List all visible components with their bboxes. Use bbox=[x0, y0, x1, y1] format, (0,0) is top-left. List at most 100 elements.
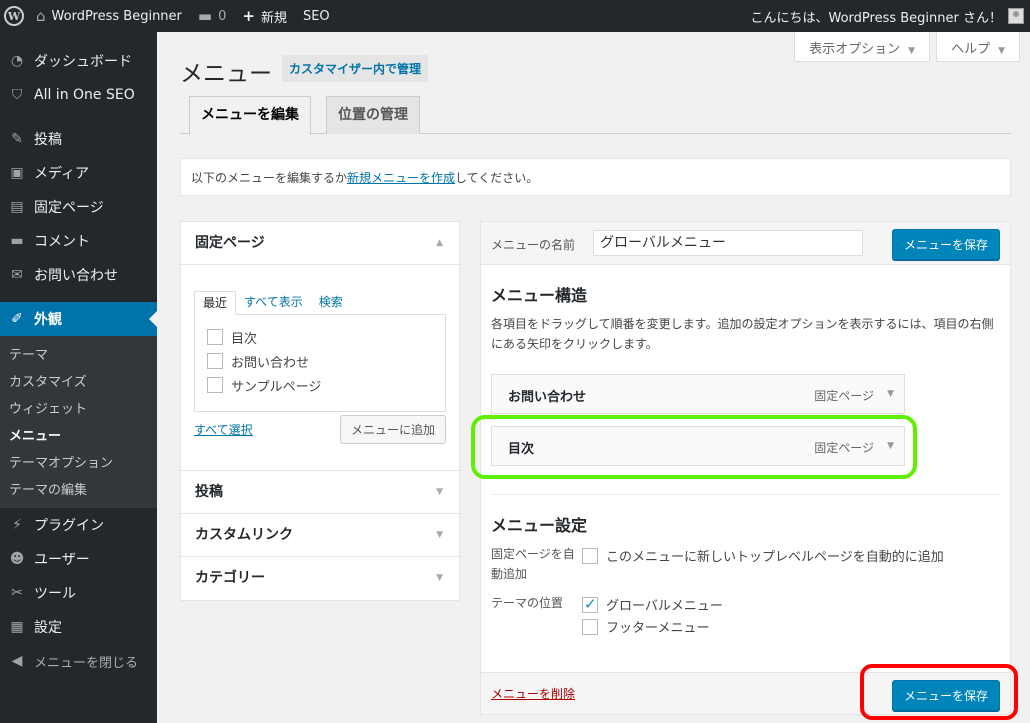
location-option-global[interactable]: グローバルメニュー bbox=[582, 595, 723, 614]
avatar[interactable] bbox=[1008, 8, 1024, 24]
list-item[interactable]: サンプルページ bbox=[207, 373, 433, 397]
page-title: メニュー bbox=[180, 61, 272, 87]
tab-edit-menus[interactable]: メニューを編集 bbox=[189, 96, 311, 135]
location-option-footer[interactable]: フッターメニュー bbox=[582, 617, 709, 636]
media-icon: ▣ bbox=[10, 165, 24, 181]
auto-add-label: 固定ページを自動追加 bbox=[491, 547, 575, 581]
location-checkbox-global[interactable] bbox=[582, 595, 598, 613]
menu-item-row[interactable]: お問い合わせ 固定ページ ▼ bbox=[491, 374, 905, 414]
menu-structure-title: メニュー構造 bbox=[491, 286, 588, 305]
sidebar-item-pages[interactable]: ▤ 固定ページ bbox=[0, 190, 157, 224]
save-menu-button-top[interactable]: メニューを保存 bbox=[891, 229, 1000, 260]
menu-name-input[interactable]: グローバルメニュー bbox=[593, 230, 863, 256]
chevron-down-icon: ▼ bbox=[436, 573, 443, 583]
highlight-green bbox=[471, 415, 917, 479]
pages-checklist: 目次 お問い合わせ サンプルページ bbox=[194, 314, 446, 412]
submenu-themes[interactable]: テーマ bbox=[0, 342, 157, 369]
admin-bar: W ⌂ WordPress Beginner ▬ 0 + 新規 SEO こんにち… bbox=[0, 0, 1030, 32]
chevron-up-icon: ▲ bbox=[436, 238, 443, 248]
user-icon: ☻ bbox=[9, 551, 25, 567]
add-menu-items-panel: 固定ページ ▲ 最近 すべて表示 検索 目次 お問い合わせ サンプルページ すべ… bbox=[180, 221, 460, 601]
page-icon: ▤ bbox=[10, 199, 24, 215]
brush-icon: ✐ bbox=[11, 311, 23, 327]
home-icon: ⌂ bbox=[36, 7, 46, 25]
comments-link[interactable]: ▬ 0 bbox=[190, 0, 234, 32]
menu-notice: 以下のメニューを編集するか新規メニューを作成してください。 bbox=[180, 158, 1011, 196]
comment-icon: ▬ bbox=[197, 7, 213, 25]
highlight-red bbox=[860, 664, 1018, 720]
gauge-icon: ◔ bbox=[10, 53, 24, 69]
checkbox[interactable] bbox=[207, 353, 223, 369]
subtab-recent[interactable]: 最近 bbox=[194, 291, 237, 315]
plus-icon: + bbox=[242, 7, 255, 25]
submenu-theme-options[interactable]: テーマオプション bbox=[0, 450, 157, 477]
submenu-menus[interactable]: メニュー bbox=[0, 423, 157, 450]
pin-icon: ✎ bbox=[11, 131, 23, 147]
sidebar-item-contact[interactable]: ✉ お問い合わせ bbox=[0, 258, 157, 292]
menu-settings-title: メニュー設定 bbox=[491, 516, 588, 535]
sidebar-item-comments[interactable]: ▬ コメント bbox=[0, 224, 157, 258]
mail-icon: ✉ bbox=[11, 267, 23, 283]
menu-header: メニューの名前 グローバルメニュー メニューを保存 bbox=[481, 222, 1010, 265]
location-checkbox-footer[interactable] bbox=[582, 618, 598, 635]
add-to-menu-button[interactable]: メニューに追加 bbox=[339, 415, 446, 444]
checkbox[interactable] bbox=[207, 329, 223, 345]
delete-menu-link[interactable]: メニューを削除 bbox=[491, 685, 575, 702]
sidebar-item-users[interactable]: ☻ ユーザー bbox=[0, 542, 157, 576]
new-content-link[interactable]: + 新規 bbox=[234, 0, 295, 32]
tab-manage-locations[interactable]: 位置の管理 bbox=[326, 96, 420, 134]
subtab-search[interactable]: 検索 bbox=[311, 291, 351, 315]
settings-icon: ▦ bbox=[10, 619, 24, 635]
sidebar-item-settings[interactable]: ▦ 設定 bbox=[0, 610, 157, 644]
submenu-widgets[interactable]: ウィジェット bbox=[0, 396, 157, 423]
appearance-submenu: テーマ カスタマイズ ウィジェット メニュー テーマオプション テーマの編集 bbox=[0, 336, 157, 508]
list-item[interactable]: 目次 bbox=[207, 325, 433, 349]
accordion-pages-body: 最近 すべて表示 検索 目次 お問い合わせ サンプルページ すべて選択 メニュー… bbox=[181, 265, 459, 471]
sidebar-item-appearance[interactable]: ✐ 外観 bbox=[0, 302, 157, 336]
submenu-customize[interactable]: カスタマイズ bbox=[0, 369, 157, 396]
chevron-down-icon: ▼ bbox=[998, 46, 1005, 56]
sidebar-item-aioseo[interactable]: ⛉ All in One SEO bbox=[0, 78, 157, 112]
menu-structure-description: 各項目をドラッグして順番を変更します。追加の設定オプションを表示するには、項目の… bbox=[491, 317, 994, 351]
plug-icon: ⚡ bbox=[12, 517, 22, 533]
comment-icon: ▬ bbox=[10, 233, 24, 249]
accordion-custom-links-header[interactable]: カスタムリンク ▼ bbox=[181, 514, 459, 557]
collapse-menu-button[interactable]: ◀ メニューを閉じる bbox=[0, 644, 157, 678]
seo-link[interactable]: SEO bbox=[295, 0, 338, 32]
divider bbox=[491, 494, 1001, 495]
sidebar-item-media[interactable]: ▣ メディア bbox=[0, 156, 157, 190]
sidebar-item-plugins[interactable]: ⚡ プラグイン bbox=[0, 508, 157, 542]
create-new-menu-link[interactable]: 新規メニューを作成 bbox=[347, 171, 455, 185]
chevron-down-icon: ▼ bbox=[436, 530, 443, 540]
nav-tabs: メニューを編集 位置の管理 bbox=[180, 96, 1011, 135]
auto-add-checkbox[interactable] bbox=[582, 547, 598, 564]
chevron-down-icon: ▼ bbox=[908, 46, 916, 56]
screen-options-button[interactable]: 表示オプション ▼ bbox=[794, 32, 931, 62]
chevron-down-icon[interactable]: ▼ bbox=[887, 389, 894, 399]
help-button[interactable]: ヘルプ ▼ bbox=[936, 32, 1020, 62]
subtab-view-all[interactable]: すべて表示 bbox=[236, 291, 311, 315]
accordion-categories-header[interactable]: カテゴリー ▼ bbox=[181, 557, 459, 600]
screen-meta-links: 表示オプション ▼ ヘルプ ▼ bbox=[794, 32, 1020, 62]
sidebar-item-dashboard[interactable]: ◔ ダッシュボード bbox=[0, 44, 157, 78]
wrench-icon: ✂ bbox=[11, 585, 23, 601]
shield-icon: ⛉ bbox=[11, 87, 23, 103]
theme-location-label: テーマの位置 bbox=[491, 596, 564, 610]
site-name-link[interactable]: ⌂ WordPress Beginner bbox=[28, 0, 190, 32]
user-greeting[interactable]: こんにちは、WordPress Beginner さん！ bbox=[751, 7, 1003, 26]
accordion-posts-header[interactable]: 投稿 ▼ bbox=[181, 471, 459, 514]
auto-add-option[interactable]: このメニューに新しいトップレベルページを自動的に追加 bbox=[582, 546, 944, 565]
collapse-icon: ◀ bbox=[11, 653, 23, 669]
pages-subtabs: 最近 すべて表示 検索 bbox=[194, 291, 446, 315]
select-all-link[interactable]: すべて選択 bbox=[194, 421, 253, 438]
submenu-theme-editor[interactable]: テーマの編集 bbox=[0, 477, 157, 504]
checkbox[interactable] bbox=[207, 377, 223, 393]
admin-sidebar: ◔ ダッシュボード ⛉ All in One SEO ✎ 投稿 ▣ メディア ▤ 固定ペー… bbox=[0, 32, 157, 723]
chevron-down-icon: ▼ bbox=[436, 487, 443, 497]
sidebar-item-posts[interactable]: ✎ 投稿 bbox=[0, 122, 157, 156]
sidebar-item-tools[interactable]: ✂ ツール bbox=[0, 576, 157, 610]
accordion-pages-header[interactable]: 固定ページ ▲ bbox=[181, 222, 459, 265]
manage-in-customizer-button[interactable]: カスタマイザー内で管理 bbox=[282, 55, 429, 82]
wordpress-logo-icon[interactable]: W bbox=[0, 0, 28, 32]
list-item[interactable]: お問い合わせ bbox=[207, 349, 433, 373]
